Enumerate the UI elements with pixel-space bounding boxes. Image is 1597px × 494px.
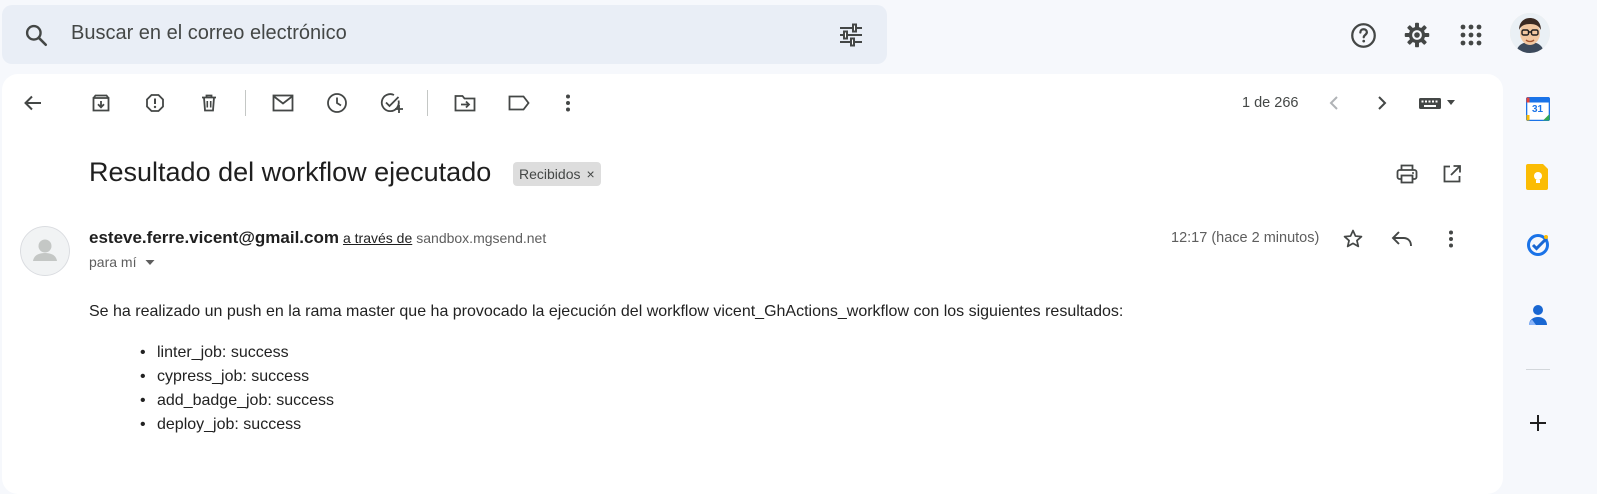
search-options-icon[interactable] xyxy=(834,20,868,50)
email-subject: Resultado del workflow ejecutado xyxy=(89,157,492,187)
reply-icon[interactable] xyxy=(1388,225,1416,253)
via-link[interactable]: a través de xyxy=(343,230,412,246)
add-to-tasks-icon[interactable] xyxy=(376,89,408,117)
mark-unread-icon[interactable] xyxy=(267,89,299,117)
contacts-icon[interactable] xyxy=(1523,300,1553,330)
chip-remove-button[interactable]: × xyxy=(586,166,594,182)
label-chip-text: Recibidos xyxy=(519,166,581,182)
via-domain: sandbox.mgsend.net xyxy=(416,230,547,246)
delete-icon[interactable] xyxy=(194,89,224,117)
sender-line: esteve.ferre.vicent@gmail.com a través de… xyxy=(89,228,546,248)
older-icon[interactable] xyxy=(1370,89,1394,117)
list-item: linter_job: success xyxy=(140,343,334,367)
open-in-new-window-icon[interactable] xyxy=(1437,160,1467,188)
pagination-count: 1 de 266 xyxy=(1242,95,1299,111)
search-icon[interactable] xyxy=(20,20,52,50)
sender-email[interactable]: esteve.ferre.vicent@gmail.com xyxy=(89,228,339,247)
snooze-icon[interactable] xyxy=(322,89,352,117)
list-item: add_badge_job: success xyxy=(140,391,334,415)
newer-icon[interactable] xyxy=(1322,89,1346,117)
label-chip[interactable]: Recibidos × xyxy=(513,162,601,186)
list-item: cypress_job: success xyxy=(140,367,334,391)
results-list: linter_job: success cypress_job: success… xyxy=(140,343,334,439)
recipient-text: para mí xyxy=(89,254,137,270)
label-icon[interactable] xyxy=(503,89,535,117)
more-vert-icon[interactable] xyxy=(1438,225,1464,253)
report-spam-icon[interactable] xyxy=(140,89,170,117)
move-to-icon[interactable] xyxy=(449,89,481,117)
calendar-icon[interactable]: 31 xyxy=(1523,94,1553,124)
side-panel-divider xyxy=(1526,369,1550,370)
calendar-day: 31 xyxy=(1532,104,1544,115)
sender-avatar[interactable] xyxy=(20,226,70,276)
add-icon[interactable] xyxy=(1523,408,1553,438)
recipient-details[interactable]: para mí xyxy=(89,254,158,270)
print-icon[interactable] xyxy=(1392,160,1422,188)
message-time: 12:17 (hace 2 minutos) xyxy=(1171,230,1320,246)
email-body-text: Se ha realizado un push en la rama maste… xyxy=(89,303,1124,320)
apps-icon[interactable] xyxy=(1454,19,1488,51)
input-tools-icon[interactable] xyxy=(1414,90,1462,116)
help-icon[interactable] xyxy=(1346,19,1380,51)
more-icon[interactable] xyxy=(555,89,581,117)
search-input[interactable]: Buscar en el correo electrónico xyxy=(71,22,347,45)
archive-icon[interactable] xyxy=(86,89,116,117)
account-avatar[interactable] xyxy=(1510,13,1550,53)
settings-icon[interactable] xyxy=(1400,19,1434,51)
star-icon[interactable] xyxy=(1339,225,1367,253)
back-icon[interactable] xyxy=(18,89,48,117)
tasks-icon[interactable] xyxy=(1523,230,1553,260)
toolbar-divider xyxy=(245,90,246,116)
chevron-down-icon[interactable] xyxy=(142,254,158,270)
keep-icon[interactable] xyxy=(1523,162,1553,192)
toolbar-divider xyxy=(427,90,428,116)
list-item: deploy_job: success xyxy=(140,415,334,439)
